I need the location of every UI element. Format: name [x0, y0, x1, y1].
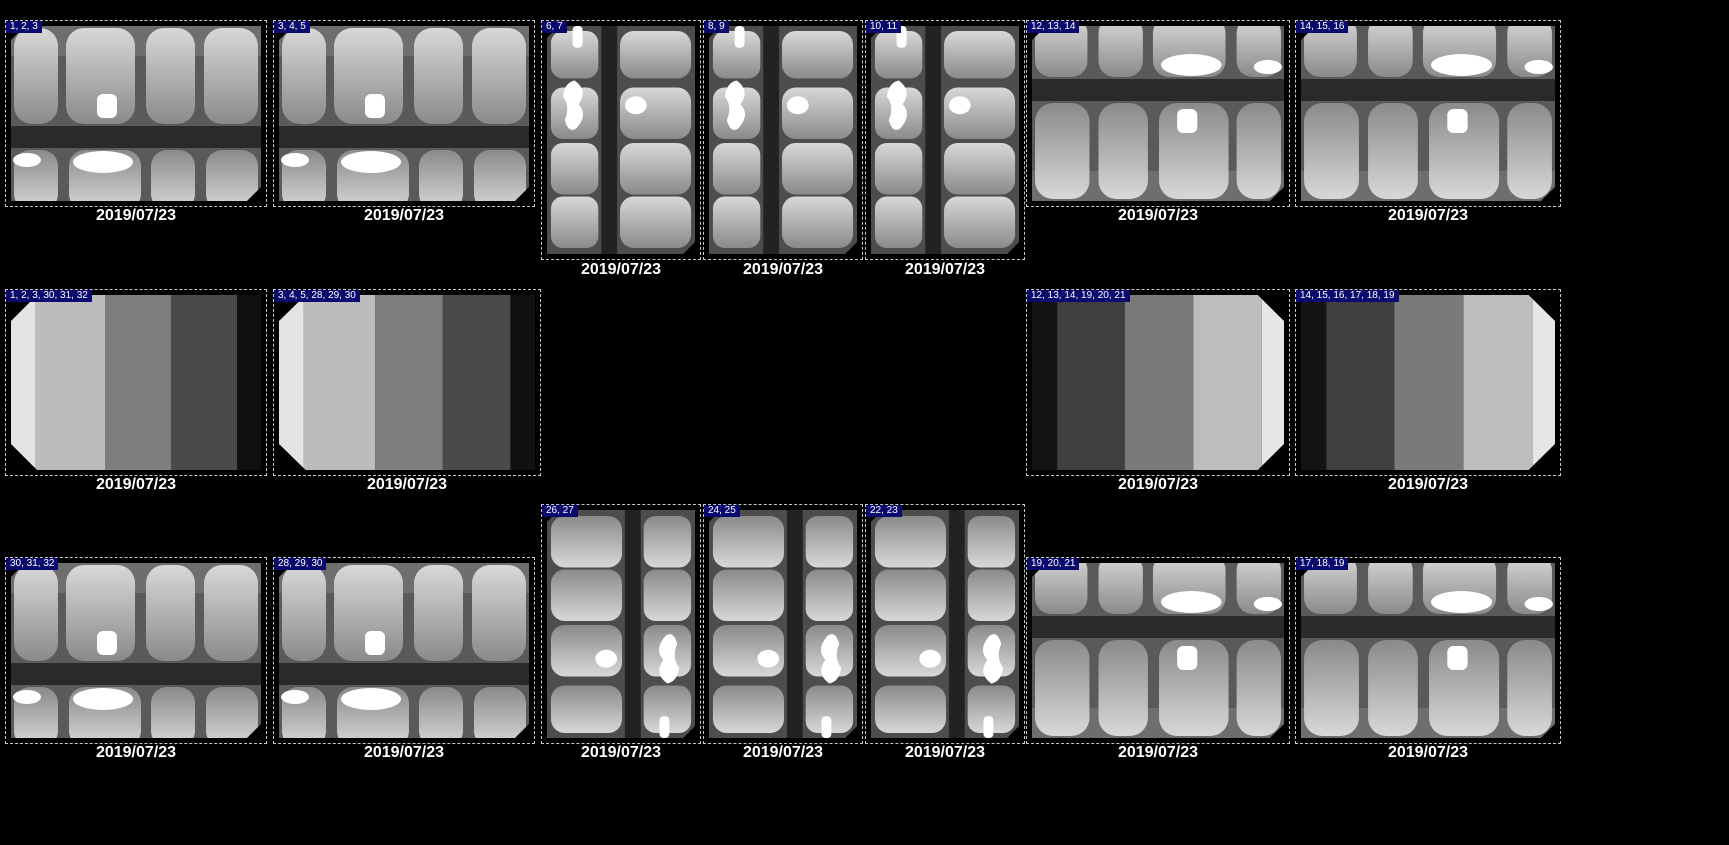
capture-date: 2019/07/23 [1387, 744, 1469, 761]
xray-image [1032, 563, 1284, 738]
capture-date: 2019/07/23 [1117, 207, 1199, 224]
xray-slot-19-20-21[interactable]: 19, 20, 21 [1026, 557, 1290, 744]
capture-date: 2019/07/23 [742, 744, 824, 761]
xray-slot-3-4-5[interactable]: 3, 4, 5 [273, 20, 535, 207]
xray-image [871, 510, 1019, 738]
xray-image [547, 510, 695, 738]
capture-date: 2019/07/23 [95, 476, 177, 493]
xray-slot-24-25[interactable]: 24, 25 [703, 504, 863, 744]
capture-date: 2019/07/23 [1117, 476, 1199, 493]
xray-mount-viewer: 1, 2, 3 2019/07/23 3, 4, 5 2019/07/23 6,… [0, 0, 1729, 845]
tooth-number-label: 12, 13, 14, 19, 20, 21 [1027, 290, 1130, 302]
tooth-number-label: 14, 15, 16 [1296, 21, 1349, 33]
xray-image [11, 26, 261, 201]
capture-date: 2019/07/23 [363, 207, 445, 224]
xray-slot-28-29-30[interactable]: 28, 29, 30 [273, 557, 535, 744]
capture-date: 2019/07/23 [580, 261, 662, 278]
xray-image [1032, 26, 1284, 201]
xray-slot-12-13-14[interactable]: 12, 13, 14 [1026, 20, 1290, 207]
tooth-number-label: 8, 9 [704, 21, 729, 33]
capture-date: 2019/07/23 [1117, 744, 1199, 761]
capture-date: 2019/07/23 [1387, 476, 1469, 493]
xray-slot-14-15-16-17-18-19[interactable]: 14, 15, 16, 17, 18, 19 [1295, 289, 1561, 476]
capture-date: 2019/07/23 [363, 744, 445, 761]
capture-date: 2019/07/23 [580, 744, 662, 761]
xray-image [1032, 295, 1284, 470]
tooth-number-label: 17, 18, 19 [1296, 558, 1349, 570]
tooth-number-label: 24, 25 [704, 505, 740, 517]
tooth-number-label: 28, 29, 30 [274, 558, 327, 570]
xray-image [1301, 295, 1555, 470]
xray-slot-30-31-32[interactable]: 30, 31, 32 [5, 557, 267, 744]
xray-image [709, 510, 857, 738]
capture-date: 2019/07/23 [95, 744, 177, 761]
xray-slot-1-2-3-30-31-32[interactable]: 1, 2, 3, 30, 31, 32 [5, 289, 267, 476]
xray-image [709, 26, 857, 254]
xray-slot-26-27[interactable]: 26, 27 [541, 504, 701, 744]
xray-image [1301, 26, 1555, 201]
tooth-number-label: 26, 27 [542, 505, 578, 517]
tooth-number-label: 1, 2, 3, 30, 31, 32 [6, 290, 92, 302]
tooth-number-label: 19, 20, 21 [1027, 558, 1080, 570]
tooth-number-label: 10, 11 [866, 21, 902, 33]
tooth-number-label: 22, 23 [866, 505, 902, 517]
xray-slot-3-4-5-28-29-30[interactable]: 3, 4, 5, 28, 29, 30 [273, 289, 541, 476]
tooth-number-label: 3, 4, 5, 28, 29, 30 [274, 290, 360, 302]
xray-slot-17-18-19[interactable]: 17, 18, 19 [1295, 557, 1561, 744]
xray-image [279, 563, 529, 738]
xray-slot-6-7[interactable]: 6, 7 [541, 20, 701, 260]
xray-slot-12-13-14-19-20-21[interactable]: 12, 13, 14, 19, 20, 21 [1026, 289, 1290, 476]
xray-slot-22-23[interactable]: 22, 23 [865, 504, 1025, 744]
xray-image [871, 26, 1019, 254]
xray-slot-8-9[interactable]: 8, 9 [703, 20, 863, 260]
capture-date: 2019/07/23 [742, 261, 824, 278]
tooth-number-label: 12, 13, 14 [1027, 21, 1080, 33]
tooth-number-label: 6, 7 [542, 21, 567, 33]
xray-slot-1-2-3[interactable]: 1, 2, 3 [5, 20, 267, 207]
capture-date: 2019/07/23 [904, 261, 986, 278]
capture-date: 2019/07/23 [1387, 207, 1469, 224]
xray-image [279, 26, 529, 201]
tooth-number-label: 3, 4, 5 [274, 21, 310, 33]
capture-date: 2019/07/23 [904, 744, 986, 761]
xray-image [547, 26, 695, 254]
xray-slot-10-11[interactable]: 10, 11 [865, 20, 1025, 260]
xray-image [11, 563, 261, 738]
xray-image [279, 295, 535, 470]
xray-image [11, 295, 261, 470]
tooth-number-label: 1, 2, 3 [6, 21, 42, 33]
tooth-number-label: 14, 15, 16, 17, 18, 19 [1296, 290, 1399, 302]
xray-image [1301, 563, 1555, 738]
capture-date: 2019/07/23 [366, 476, 448, 493]
xray-slot-14-15-16[interactable]: 14, 15, 16 [1295, 20, 1561, 207]
capture-date: 2019/07/23 [95, 207, 177, 224]
tooth-number-label: 30, 31, 32 [6, 558, 59, 570]
